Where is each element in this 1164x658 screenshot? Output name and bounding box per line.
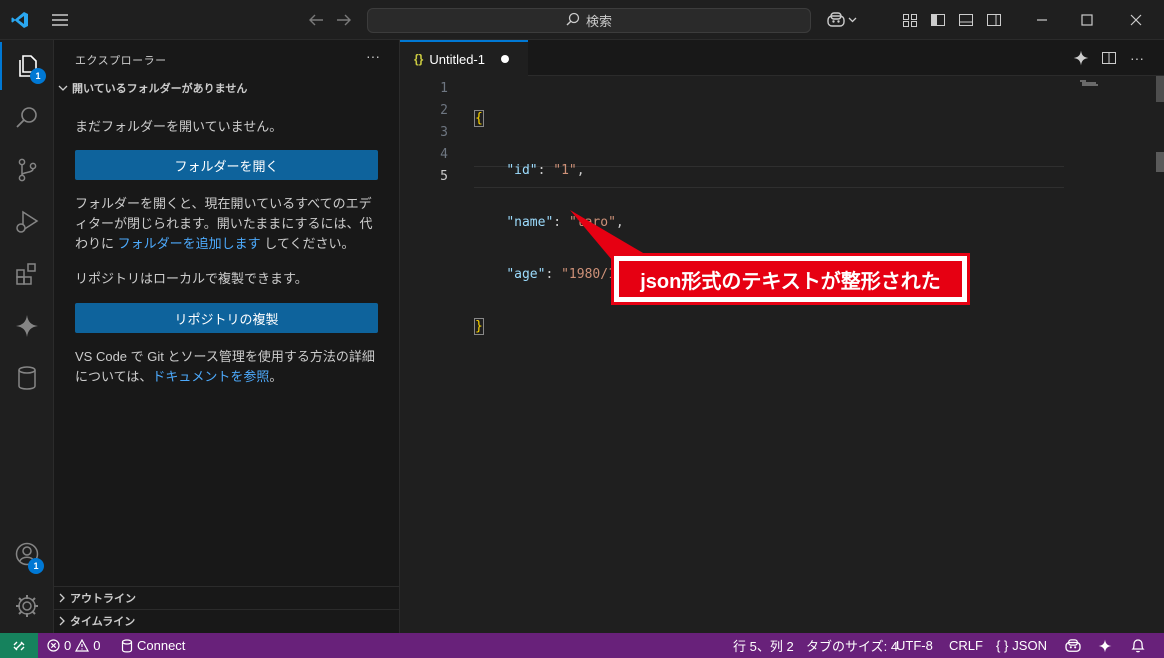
problems-status[interactable]: 0 0 [47,633,100,658]
encoding[interactable]: UTF-8 [896,633,933,658]
chevron-right-icon [59,616,65,625]
search-label: 検索 [585,14,612,29]
toggle-sidebar-icon[interactable] [928,10,948,30]
source-control-icon[interactable] [0,146,54,194]
notifications-bell-icon[interactable] [1131,633,1145,658]
outline-panel-header[interactable]: アウトライン [54,586,400,608]
copilot-sparkle-icon[interactable] [1071,48,1091,68]
line-number: 1 [440,81,448,96]
command-center-search[interactable]: 検索 [367,8,811,33]
open-folder-button[interactable]: フォルダーを開く [75,150,378,180]
scrollbar-thumb[interactable] [1156,152,1164,172]
line-ending[interactable]: CRLF [949,633,983,658]
explorer-badge: 1 [30,68,46,84]
toggle-secondary-sidebar-icon[interactable] [984,10,1004,30]
copilot-icon[interactable] [822,9,860,31]
annotation-callout: json形式のテキストが整形された [611,253,970,305]
sparkle-icon[interactable] [1098,633,1112,658]
search-icon[interactable] [0,94,54,142]
database-icon[interactable] [0,354,54,402]
tab-untitled-1[interactable]: {} Untitled-1 [400,40,528,76]
explorer-icon[interactable]: 1 [0,42,54,90]
maximize-icon[interactable] [1075,10,1099,30]
activity-bar: 1 1 [0,40,54,633]
status-bar: 0 0 Connect 行 5、列 2 タブのサイズ: 4 UTF-8 CRLF… [0,633,1164,658]
language-label: JSON [1012,638,1047,653]
line-number: 3 [440,125,448,140]
chevron-down-icon [848,17,856,23]
chevron-right-icon [59,593,65,602]
run-debug-icon[interactable] [0,198,54,246]
copilot-chat-icon[interactable] [0,302,54,350]
minimize-icon[interactable] [1030,10,1054,30]
tab-size[interactable]: タブのサイズ: 4 [806,633,898,658]
editor-area[interactable]: 1 2 3 4 5 { "id": "1", "name": "taro", "… [400,76,1164,633]
line-number: 2 [440,103,448,118]
menu-icon[interactable] [48,8,72,32]
toggle-panel-icon[interactable] [956,10,976,30]
line-number: 5 [440,169,448,184]
layout-icon[interactable] [900,10,920,30]
more-actions-icon[interactable]: ··· [1127,48,1147,68]
overview-ruler[interactable] [1156,76,1164,102]
cursor-position[interactable]: 行 5、列 2 [733,633,794,658]
close-icon[interactable] [1124,10,1148,30]
unsaved-dot-icon[interactable] [500,55,509,63]
settings-gear-icon[interactable] [0,582,54,630]
connect-status[interactable]: Connect [121,633,185,658]
error-count: 0 [64,638,72,653]
chevron-down-icon [58,85,68,91]
forward-arrow-icon[interactable] [333,10,355,30]
line-number: 4 [440,147,448,162]
no-folder-text: まだフォルダーを開いていません。 [75,119,283,134]
clone-repo-button[interactable]: リポジトリの複製 [75,303,378,333]
annotation-text: json形式のテキストが整形された [619,261,962,297]
outline-label: アウトライン [70,592,136,605]
remote-indicator-icon[interactable] [0,633,38,658]
back-arrow-icon[interactable] [305,10,327,30]
connect-label: Connect [137,638,186,653]
vscode-logo-icon [8,8,32,32]
repo-text: リポジトリはローカルで複製できます。 [75,271,308,286]
extensions-icon[interactable] [0,250,54,298]
tab-title: Untitled-1 [429,51,485,67]
accounts-icon[interactable]: 1 [0,530,54,578]
timeline-label: タイムライン [70,615,136,628]
warning-icon [75,639,90,652]
open-folder-description: フォルダーを開くと、現在開いているすべてのエディターが閉じられます。開いたままに… [75,196,373,251]
split-editor-icon[interactable] [1099,48,1119,68]
language-braces-icon: { } [996,638,1009,653]
docs-link[interactable]: ドキュメントを参照 [152,369,269,384]
database-icon [121,638,133,652]
code-line: } [474,318,484,335]
line-number-gutter: 1 2 3 4 5 [400,78,456,188]
sidebar-title: エクスプローラー [75,55,167,67]
more-actions-icon[interactable]: ··· [366,48,380,64]
timeline-panel-header[interactable]: タイムライン [54,609,400,631]
section-header-no-folder[interactable]: 開いているフォルダーがありません [58,80,247,96]
search-icon [566,12,580,29]
code-line: { [474,110,484,127]
git-description: VS Code で Git とソース管理を使用する方法の詳細については、ドキュメ… [75,349,375,384]
explorer-sidebar: エクスプローラー ··· 開いているフォルダーがありません まだフォルダーを開い… [54,40,400,633]
copilot-status-icon[interactable] [1064,633,1082,658]
section-title: 開いているフォルダーがありません [72,83,248,95]
code-line: "id": "1", [506,163,585,178]
error-icon [47,639,60,652]
language-mode[interactable]: { } JSON [996,633,1047,658]
title-bar: 検索 [0,0,1164,40]
warning-count: 0 [93,638,101,653]
editor-tab-bar: {} Untitled-1 ··· [400,40,1164,76]
add-folder-link[interactable]: フォルダーを追加します [118,236,261,251]
json-file-icon: {} [414,52,424,66]
accounts-badge: 1 [28,558,44,574]
